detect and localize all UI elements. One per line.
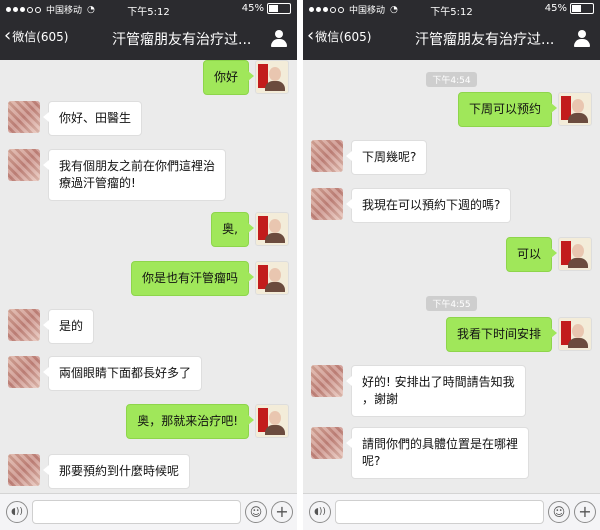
voice-input-icon[interactable]: ◖)) [309,501,331,523]
message-bubble-other[interactable]: 好的! 安排出了時間請告知我 ，謝謝 [346,365,526,417]
patient-avatar[interactable] [311,140,343,172]
message-bubble-other[interactable]: 請問你們的具體位置是在哪裡 呢? [345,427,530,479]
message-bubble-other[interactable]: 我現在可以預約下週的嗎? [345,188,512,223]
status-bar: 中国移动 ◔ 下午5:12 45% [303,0,600,18]
message-input[interactable] [335,500,544,524]
message-bubble-other[interactable]: 下周幾呢? [345,140,428,175]
emoji-icon[interactable]: ☺ [245,501,267,523]
patient-avatar[interactable] [8,356,40,388]
message-bubble-self[interactable]: 我看下时间安排 [445,317,558,352]
message-bubble-self[interactable]: 可以 [505,237,558,272]
status-bar: 中国移动 ◔ 下午5:12 45% [0,0,297,18]
input-bar: ◖)) ☺ + [0,493,297,530]
battery-icon [267,3,291,14]
message-bubble-self[interactable]: 奥，那就来治疗吧! [126,404,254,439]
message-bubble-self[interactable]: 下周可以预约 [457,92,558,127]
message-bubble-other[interactable]: 兩個眼睛下面都長好多了 [42,356,203,391]
doctor-avatar[interactable] [558,237,592,271]
patient-avatar[interactable] [8,101,40,133]
patient-avatar[interactable] [311,365,343,397]
navigation-bar: ‹ 微信(605) 汗管瘤朋友有治疗过... [0,18,297,60]
back-button[interactable]: ‹ 微信(605) [4,27,68,45]
back-label: 微信(605) [12,29,69,44]
chevron-left-icon: ‹ [4,25,12,46]
add-more-icon[interactable]: + [574,501,596,523]
timestamp: 下午4:55 [303,292,600,311]
voice-input-icon[interactable]: ◖)) [6,501,28,523]
message-bubble-self[interactable]: 奥, [211,212,254,247]
chat-title: 汗管瘤朋友有治疗过... [415,32,555,48]
message-list[interactable]: 你好 你好、田醫生 我有個朋友之前在你們這裡治 療過汗管瘤的! 奥, 你是也有汗… [0,60,297,494]
message-bubble-self[interactable]: 你是也有汗管瘤吗 [130,261,255,296]
input-bar: ◖)) ☺ + [303,493,600,530]
doctor-avatar[interactable] [558,317,592,351]
doctor-avatar[interactable] [255,212,289,246]
doctor-avatar[interactable] [255,261,289,295]
chat-screen-left: 中国移动 ◔ 下午5:12 45% ‹ 微信(605) 汗管瘤朋友有治疗过...… [0,0,297,530]
doctor-avatar[interactable] [255,60,289,94]
message-list[interactable]: 下午4:54 下周可以预约 下周幾呢? 我現在可以預約下週的嗎? 可以 下午4:… [303,60,600,494]
battery-percent: 45% [241,3,264,14]
add-more-icon[interactable]: + [271,501,293,523]
navigation-bar: ‹ 微信(605) 汗管瘤朋友有治疗过... [303,18,600,60]
chevron-left-icon: ‹ [307,25,315,46]
back-button[interactable]: ‹ 微信(605) [307,27,371,45]
chat-title: 汗管瘤朋友有治疗过... [112,32,252,48]
emoji-icon[interactable]: ☺ [548,501,570,523]
patient-avatar[interactable] [311,188,343,220]
patient-avatar[interactable] [311,427,343,459]
patient-avatar[interactable] [8,309,40,341]
battery-percent: 45% [544,3,567,14]
timestamp: 下午4:54 [303,68,600,87]
message-bubble-self[interactable]: 你好 [202,60,255,95]
patient-avatar[interactable] [8,149,40,181]
back-label: 微信(605) [315,29,372,44]
battery-icon [570,3,594,14]
message-input[interactable] [32,500,241,524]
message-bubble-other[interactable]: 你好、田醫生 [42,101,143,136]
contact-profile-icon[interactable] [574,30,590,47]
message-bubble-other[interactable]: 我有個朋友之前在你們這裡治 療過汗管瘤的! [42,149,227,201]
doctor-avatar[interactable] [558,92,592,126]
chat-screen-right: 中国移动 ◔ 下午5:12 45% ‹ 微信(605) 汗管瘤朋友有治疗过...… [303,0,600,530]
patient-avatar[interactable] [8,454,40,486]
message-bubble-other[interactable]: 那要預約到什麼時候呢 [42,454,191,489]
message-bubble-other[interactable]: 是的 [42,309,95,344]
contact-profile-icon[interactable] [271,30,287,47]
doctor-avatar[interactable] [255,404,289,438]
